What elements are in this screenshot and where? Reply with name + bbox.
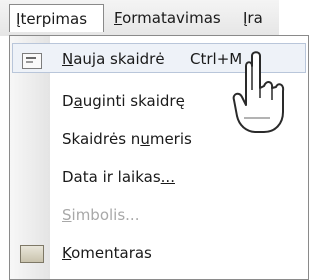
menu-bar: Įterpimas Formatavimas Įra [0, 0, 279, 36]
comment-text: omentaras [71, 244, 152, 262]
date-time-accel: ... [160, 168, 175, 186]
menu-format[interactable]: Formatavimas [108, 4, 232, 32]
comment-label: Komentaras [62, 244, 152, 262]
comment-accel: K [62, 244, 72, 262]
duplicate-slide-text: uginti skaidrę [82, 92, 185, 110]
new-slide-label: Nauja skaidrė [62, 50, 165, 68]
menu-insert-label: terpimas [20, 10, 88, 28]
slide-number-text: meris [149, 130, 192, 148]
menu-format-label: ormatavimas [122, 9, 221, 27]
menu-record[interactable]: Įra [237, 4, 287, 32]
menu-item-date-time[interactable]: Data ir laikas... [10, 158, 310, 196]
comment-icon [20, 245, 44, 263]
symbol-accel: S [62, 206, 72, 224]
duplicate-slide-accel: a [73, 92, 83, 110]
slide-number-label: Skaidrės numeris [62, 130, 192, 148]
menu-record-label: Įra [243, 9, 263, 27]
duplicate-slide-pre: D [62, 92, 74, 110]
new-slide-text: auja skaidrė [73, 50, 165, 68]
date-time-pre: Data ir laikas [62, 168, 161, 186]
menu-item-comment[interactable]: Komentaras [10, 234, 310, 272]
duplicate-slide-label: Dauginti skaidrę [62, 92, 185, 110]
menu-format-accel: F [114, 9, 123, 27]
symbol-text: imbolis... [71, 206, 140, 224]
menu-insert[interactable]: Įterpimas [9, 4, 104, 32]
hand-pointer-icon [232, 51, 285, 133]
slide-number-pre: Skaidrės n [62, 130, 141, 148]
new-slide-accel: N [62, 50, 74, 68]
slide-number-accel: u [140, 130, 150, 148]
date-time-label: Data ir laikas... [62, 168, 175, 186]
new-slide-icon [22, 53, 42, 69]
symbol-label: Simbolis... [62, 206, 139, 224]
menu-item-symbol[interactable]: Simbolis... [10, 196, 310, 234]
